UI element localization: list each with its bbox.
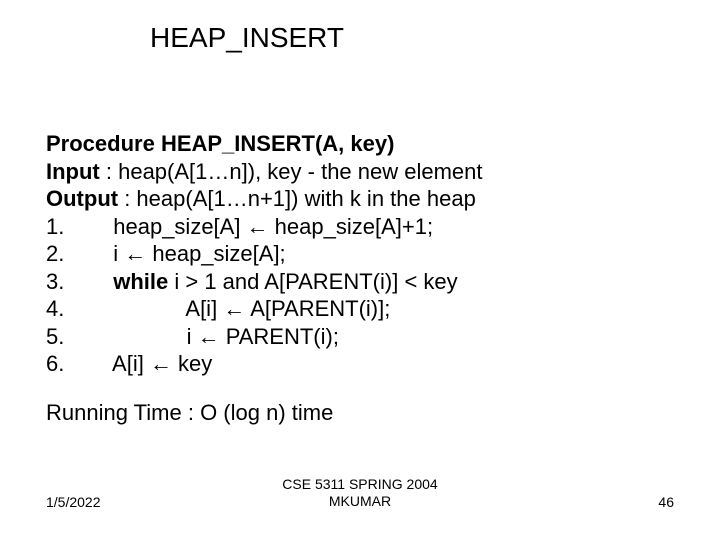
step-num: 4. bbox=[46, 296, 185, 321]
slide-title: HEAP_INSERT bbox=[150, 22, 344, 54]
step-text: i > 1 and A[PARENT(i)] < key bbox=[168, 269, 457, 294]
footer-center: CSE 5311 SPRING 2004 MKUMAR bbox=[0, 476, 720, 510]
step-num: 3. bbox=[46, 269, 113, 294]
step-num: 5. bbox=[46, 324, 187, 349]
footer-course: CSE 5311 SPRING 2004 bbox=[0, 476, 720, 493]
algorithm-body: Procedure HEAP_INSERT(A, key) Input : he… bbox=[46, 130, 483, 378]
procedure-decl: HEAP_INSERT(A, key) bbox=[161, 131, 395, 156]
input-line: Input : heap(A[1…n]), key - the new elem… bbox=[46, 158, 483, 186]
footer-author: MKUMAR bbox=[0, 493, 720, 510]
step-text: heap_size[A] ← heap_size[A]+1; bbox=[113, 214, 433, 239]
step-2: 2. i ← heap_size[A]; bbox=[46, 240, 483, 268]
step-1: 1. heap_size[A] ← heap_size[A]+1; bbox=[46, 213, 483, 241]
step-num: 1. bbox=[46, 214, 113, 239]
step-text: A[i] ← A[PARENT(i)]; bbox=[185, 296, 390, 321]
step-6: 6. A[i] ← key bbox=[46, 350, 483, 378]
running-time: Running Time : O (log n) time bbox=[46, 400, 333, 426]
step-num: 2. bbox=[46, 241, 113, 266]
output-label: Output bbox=[46, 186, 118, 211]
step-text: A[i] ← key bbox=[112, 351, 212, 376]
output-text: : heap(A[1…n+1]) with k in the heap bbox=[118, 186, 476, 211]
input-text: : heap(A[1…n]), key - the new element bbox=[100, 159, 483, 184]
step-text: i ← heap_size[A]; bbox=[113, 241, 285, 266]
output-line: Output : heap(A[1…n+1]) with k in the he… bbox=[46, 185, 483, 213]
slide: HEAP_INSERT Procedure HEAP_INSERT(A, key… bbox=[0, 0, 720, 540]
step-keyword: while bbox=[113, 269, 168, 294]
footer-page-number: 46 bbox=[658, 494, 674, 510]
procedure-line: Procedure HEAP_INSERT(A, key) bbox=[46, 130, 483, 158]
step-5: 5. i ← PARENT(i); bbox=[46, 323, 483, 351]
step-num: 6. bbox=[46, 351, 112, 376]
procedure-label: Procedure bbox=[46, 131, 161, 156]
step-3: 3. while i > 1 and A[PARENT(i)] < key bbox=[46, 268, 483, 296]
step-text: i ← PARENT(i); bbox=[187, 324, 339, 349]
input-label: Input bbox=[46, 159, 100, 184]
step-4: 4. A[i] ← A[PARENT(i)]; bbox=[46, 295, 483, 323]
